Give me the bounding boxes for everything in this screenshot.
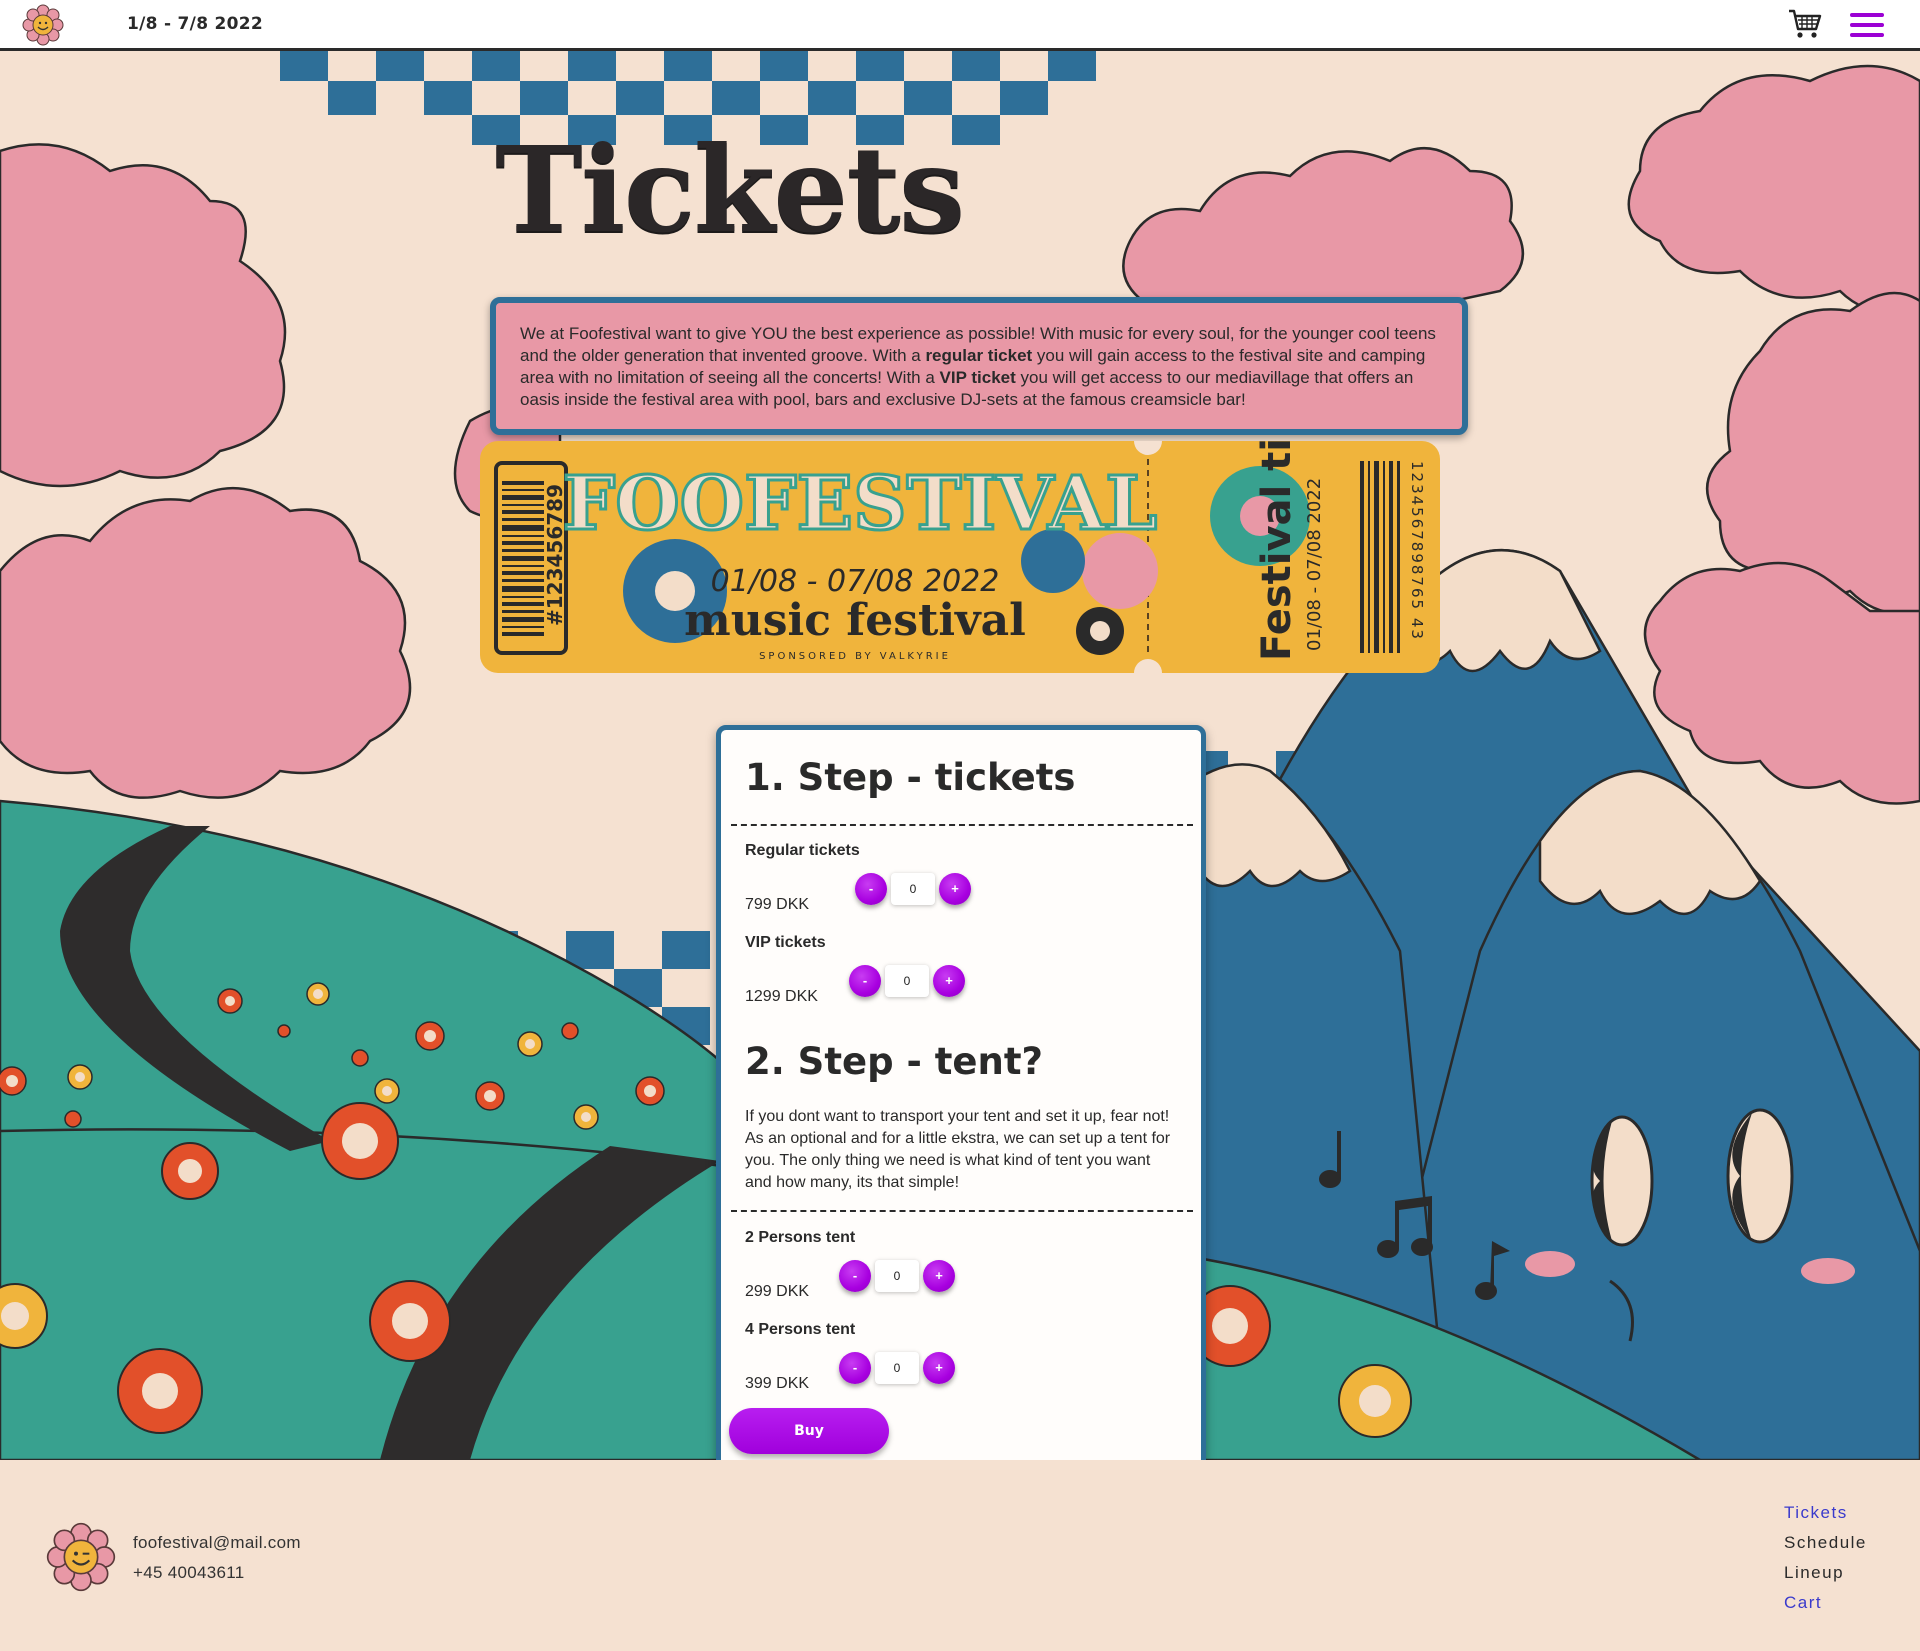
- ticket-subtitle: music festival: [684, 595, 1026, 646]
- shopping-cart-icon[interactable]: [1788, 8, 1822, 40]
- ticket-order-card: 1. Step - tickets Regular tickets 799 DK…: [716, 725, 1206, 1460]
- festival-ticket-illustration: #123456789 FOOFESTIVAL 01/08 - 07/08 202…: [480, 441, 1440, 673]
- regular-ticket-price: 799 DKK: [745, 896, 810, 913]
- regular-ticket-label: Regular tickets: [745, 842, 860, 859]
- vip-ticket-plus-button[interactable]: +: [933, 965, 965, 997]
- ticket-festival-name: FOOFESTIVAL: [563, 461, 1158, 547]
- divider: [731, 1210, 1193, 1212]
- ticket-sponsor: SPONSORED BY VALKYRIE: [759, 651, 951, 662]
- vip-ticket-quantity-input[interactable]: [885, 965, 929, 997]
- ticket-side-title: Festival ticket: [1254, 441, 1300, 661]
- vip-ticket-label: VIP tickets: [745, 934, 826, 951]
- four-person-tent-quantity-input[interactable]: [875, 1352, 919, 1384]
- two-person-tent-price: 299 DKK: [745, 1283, 810, 1300]
- two-person-tent-label: 2 Persons tent: [745, 1229, 856, 1246]
- contact-email: foofestival@mail.com: [133, 1533, 301, 1552]
- hamburger-menu-icon[interactable]: [1850, 12, 1884, 38]
- vip-ticket-price: 1299 DKK: [745, 988, 818, 1005]
- smiley-flower-icon[interactable]: [22, 4, 64, 46]
- intro-text-box: We at Foofestival want to give YOU the b…: [490, 297, 1468, 435]
- regular-ticket-quantity-input[interactable]: [891, 873, 935, 905]
- footer-link-tickets[interactable]: Tickets: [1784, 1498, 1867, 1528]
- footer: foofestival@mail.com +45 40043611 Ticket…: [0, 1460, 1920, 1651]
- four-person-tent-plus-button[interactable]: +: [923, 1352, 955, 1384]
- regular-ticket-minus-button[interactable]: -: [855, 873, 887, 905]
- intro-highlight-regular: regular ticket: [925, 346, 1033, 365]
- four-person-tent-minus-button[interactable]: -: [839, 1352, 871, 1384]
- footer-link-cart[interactable]: Cart: [1784, 1588, 1867, 1618]
- footer-link-lineup[interactable]: Lineup: [1784, 1558, 1867, 1588]
- buy-button[interactable]: Buy: [729, 1408, 889, 1454]
- step1-heading: 1. Step - tickets: [745, 756, 1076, 799]
- ticket-dates: 01/08 - 07/08 2022: [711, 564, 1000, 599]
- vip-ticket-minus-button[interactable]: -: [849, 965, 881, 997]
- footer-navigation: Tickets Schedule Lineup Cart: [1784, 1498, 1867, 1618]
- festival-dates: 1/8 - 7/8 2022: [127, 14, 264, 34]
- divider: [731, 824, 1193, 826]
- regular-ticket-plus-button[interactable]: +: [939, 873, 971, 905]
- contact-info: foofestival@mail.com +45 40043611: [133, 1528, 301, 1588]
- ticket-side-number: 1234567898765 43: [1408, 461, 1426, 641]
- two-person-tent-quantity-input[interactable]: [875, 1260, 919, 1292]
- two-person-tent-minus-button[interactable]: -: [839, 1260, 871, 1292]
- intro-highlight-vip: VIP ticket: [939, 368, 1016, 387]
- top-navigation: 1/8 - 7/8 2022: [0, 0, 1920, 51]
- hero-illustration: Tickets We at Foofestival want to give Y…: [0, 51, 1920, 1460]
- contact-phone: +45 40043611: [133, 1563, 245, 1582]
- footer-link-schedule[interactable]: Schedule: [1784, 1528, 1867, 1558]
- two-person-tent-plus-button[interactable]: +: [923, 1260, 955, 1292]
- four-person-tent-price: 399 DKK: [745, 1375, 810, 1392]
- smiley-flower-icon: [46, 1522, 116, 1592]
- four-person-tent-label: 4 Persons tent: [745, 1321, 856, 1338]
- page-title: Tickets: [495, 120, 965, 259]
- step2-heading: 2. Step - tent?: [745, 1040, 1043, 1083]
- ticket-side-dates: 01/08 - 07/08 2022: [1304, 478, 1325, 651]
- tent-description: If you dont want to transport your tent …: [745, 1108, 1171, 1191]
